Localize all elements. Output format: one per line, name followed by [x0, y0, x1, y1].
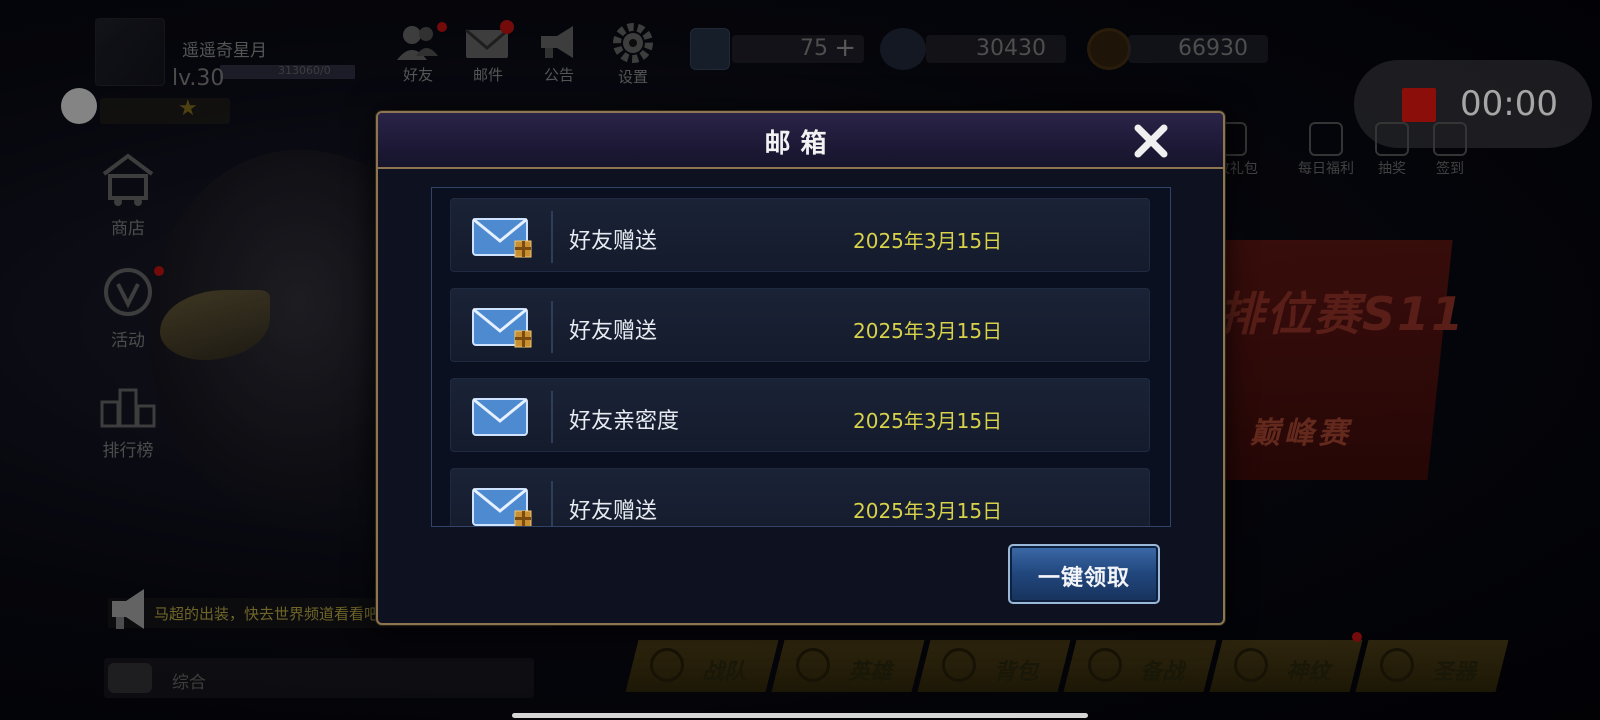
- mail-item[interactable]: 好友赠送 2025年3月15日: [450, 288, 1150, 362]
- mail-divider: [551, 481, 553, 526]
- mail-date: 2025年3月15日: [853, 229, 1003, 253]
- mail-title: 好友赠送: [569, 499, 658, 524]
- mail-item[interactable]: 好友亲密度 2025年3月15日: [450, 378, 1150, 452]
- close-icon[interactable]: [1130, 120, 1172, 162]
- mailbox-dialog: 邮箱 好友赠送 2025年3月15日 好友赠送 2025年3月15日 好友亲密度…: [376, 111, 1225, 625]
- mail-date: 2025年3月15日: [853, 319, 1003, 343]
- gift-mail-icon: [472, 307, 532, 348]
- mail-item[interactable]: 好友赠送 2025年3月15日: [450, 468, 1150, 526]
- gift-mail-icon: [472, 217, 532, 258]
- mail-title: 好友赠送: [569, 319, 658, 344]
- claim-all-label: 一键领取: [1037, 566, 1130, 591]
- mail-divider: [551, 211, 553, 263]
- gift-mail-icon: [472, 487, 532, 526]
- mail-date: 2025年3月15日: [853, 499, 1003, 523]
- mail-title: 好友赠送: [569, 229, 658, 254]
- mail-list[interactable]: 好友赠送 2025年3月15日 好友赠送 2025年3月15日 好友亲密度 20…: [431, 187, 1171, 527]
- mailbox-title: 邮箱: [764, 129, 837, 159]
- mail-date: 2025年3月15日: [853, 409, 1003, 433]
- claim-all-button[interactable]: 一键领取: [1008, 544, 1160, 604]
- mail-item[interactable]: 好友赠送 2025年3月15日: [450, 198, 1150, 272]
- mail-divider: [551, 391, 553, 443]
- mail-title: 好友亲密度: [569, 409, 680, 434]
- mail-divider: [551, 301, 553, 353]
- home-indicator[interactable]: [512, 713, 1088, 718]
- envelope-icon: [472, 397, 528, 436]
- mailbox-header: 邮箱: [378, 113, 1223, 169]
